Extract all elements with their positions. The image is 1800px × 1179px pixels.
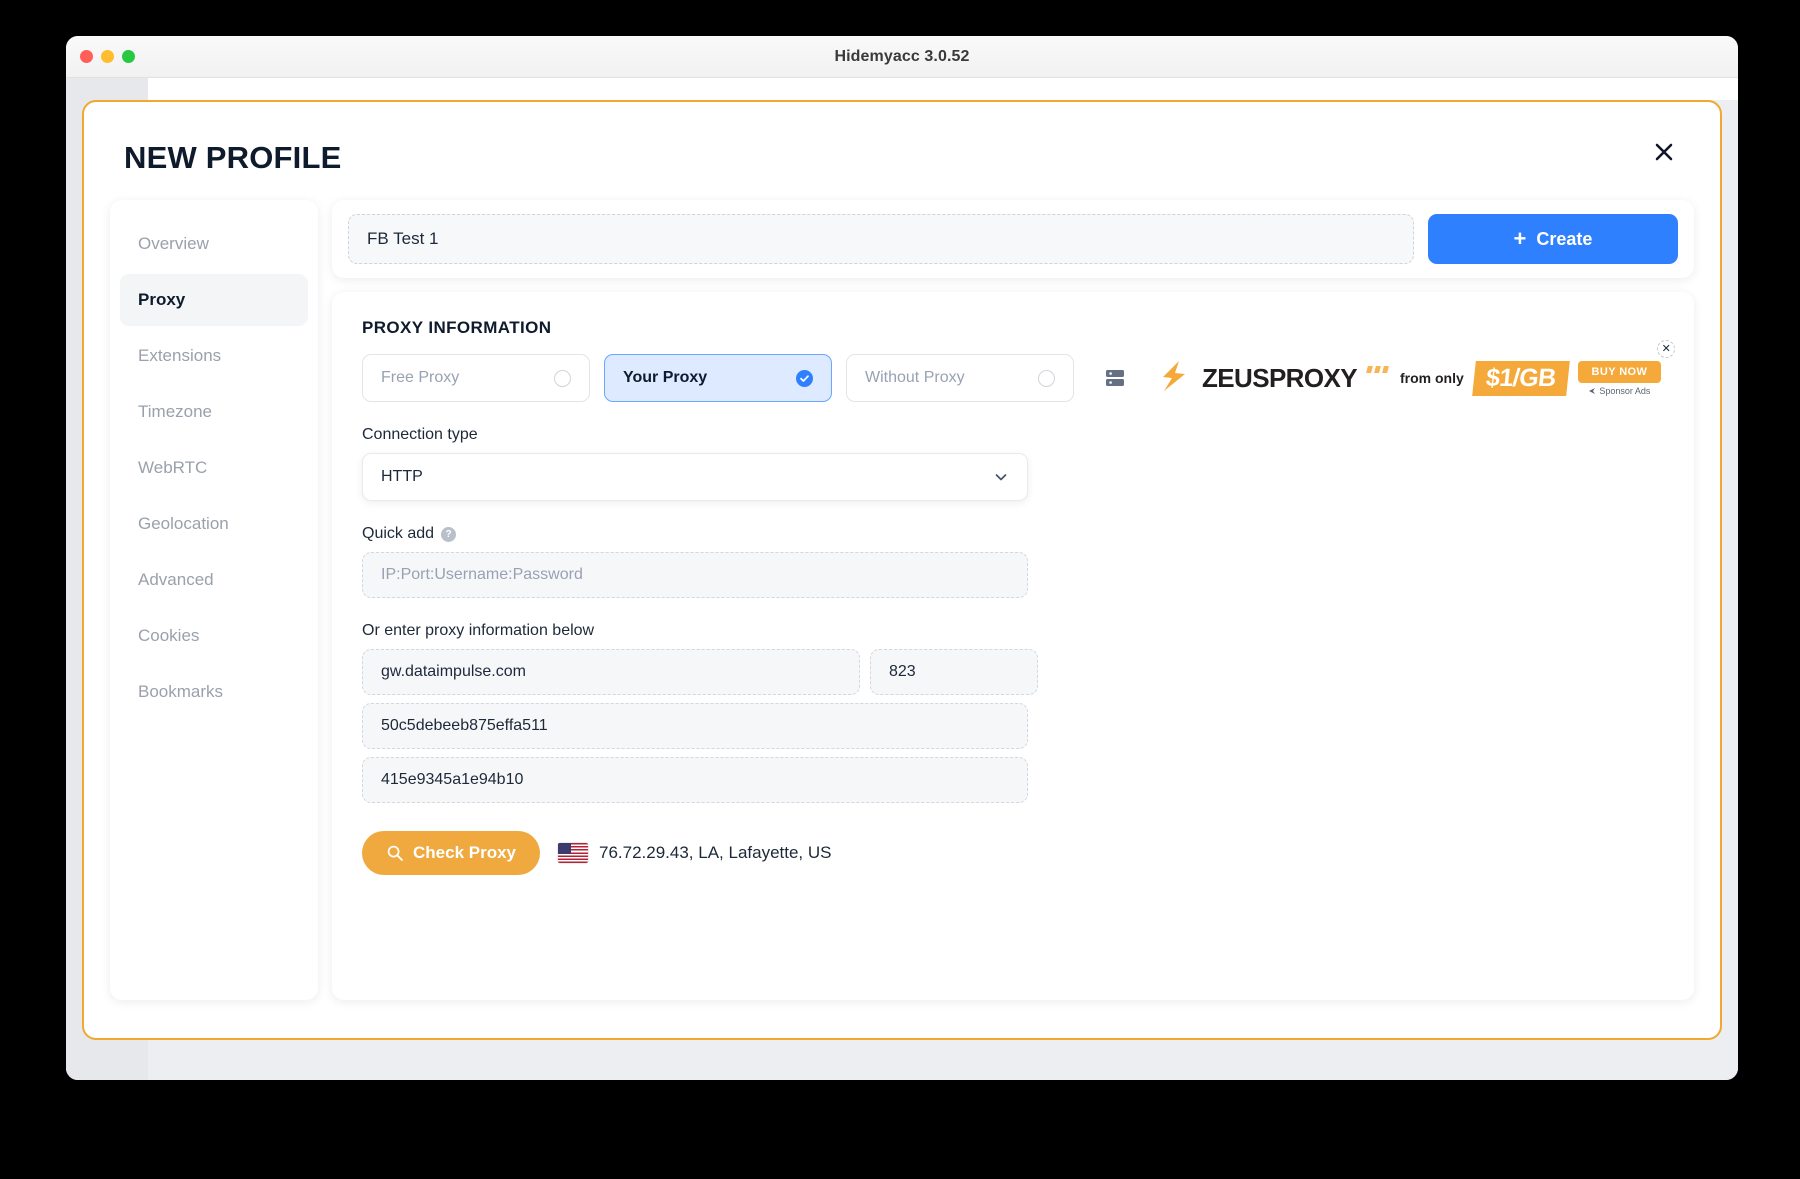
sidebar-item-advanced[interactable]: Advanced — [120, 554, 308, 606]
connection-type-value: HTTP — [381, 468, 423, 485]
check-icon — [800, 374, 809, 382]
connection-type-label: Connection type — [362, 426, 1664, 444]
host-port-row — [362, 649, 1664, 695]
check-proxy-button[interactable]: Check Proxy — [362, 831, 540, 875]
radio-icon — [1038, 369, 1055, 387]
sidebar-item-timezone[interactable]: Timezone — [120, 386, 308, 438]
zeusproxy-logo-icon — [1158, 358, 1192, 398]
sponsor-text: Sponsor Ads — [1599, 385, 1651, 396]
zeus-bolt-icon — [1163, 361, 1185, 391]
app-window: Hidemyacc 3.0.52 NEW PROFILE Overview Pr… — [66, 36, 1738, 1080]
proxy-mode-free-proxy[interactable]: Free Proxy — [362, 354, 590, 402]
profile-name-input[interactable] — [348, 214, 1414, 264]
help-icon-glyph: ? — [445, 528, 452, 540]
modal-body: Overview Proxy Extensions Timezone WebRT — [84, 176, 1720, 1026]
ad-tagline: from only — [1399, 370, 1464, 386]
sponsor-ad[interactable]: ZEUSPROXY from only $1/GB BUY NOW Sponso… — [1158, 340, 1676, 398]
proxy-panel: PROXY INFORMATION Free Proxy Your Proxy — [332, 292, 1694, 1000]
proxy-port-input[interactable] — [870, 649, 1038, 695]
manual-entry-label-text: Or enter proxy information below — [362, 622, 595, 639]
background-toolbar — [148, 78, 1738, 100]
check-proxy-row: Check Proxy 76.72.29.43, LA, Lafayette, … — [362, 831, 1664, 875]
manual-entry-label: Or enter proxy information below — [362, 622, 1664, 640]
create-button-label: Create — [1536, 228, 1593, 249]
proxy-check-result-text: 76.72.29.43, LA, Lafayette, US — [599, 843, 832, 862]
proxy-mode-your-proxy[interactable]: Your Proxy — [604, 354, 832, 402]
buy-now-button[interactable]: BUY NOW — [1577, 360, 1662, 383]
sidebar-item-extensions[interactable]: Extensions — [120, 330, 308, 382]
sidebar-item-label: Cookies — [138, 626, 200, 645]
sidebar-item-label: Overview — [138, 234, 209, 253]
window-title: Hidemyacc 3.0.52 — [834, 47, 970, 65]
ad-brand: ZEUSPROXY — [1202, 362, 1358, 393]
sidebar-item-label: WebRTC — [138, 458, 208, 477]
profile-sections-sidebar: Overview Proxy Extensions Timezone WebRT — [110, 200, 318, 1000]
modal-header: NEW PROFILE — [84, 102, 1720, 176]
radio-checked-icon — [796, 369, 813, 387]
proxy-mode-label: Free Proxy — [381, 369, 460, 386]
proxy-username-input[interactable] — [362, 703, 1028, 749]
search-icon — [387, 845, 403, 861]
proxy-fields — [362, 649, 1664, 803]
proxy-mode-label: Your Proxy — [623, 369, 708, 386]
proxy-mode-without-proxy[interactable]: Without Proxy — [846, 354, 1074, 402]
sidebar-item-label: Geolocation — [138, 514, 229, 533]
app-body: NEW PROFILE Overview Proxy Extensions Ti… — [66, 78, 1738, 1080]
sidebar-item-label: Timezone — [138, 402, 213, 421]
server-icon[interactable] — [1102, 365, 1128, 391]
proxy-check-result: 76.72.29.43, LA, Lafayette, US — [558, 843, 832, 863]
us-flag-icon — [558, 843, 588, 863]
connection-type-label-text: Connection type — [362, 426, 478, 443]
ad-price-badge: $1/GB — [1471, 360, 1570, 396]
sidebar-item-label: Proxy — [138, 290, 186, 309]
sidebar-item-label: Bookmarks — [138, 682, 224, 701]
page-title: NEW PROFILE — [124, 140, 342, 175]
check-proxy-label: Check Proxy — [413, 843, 516, 862]
close-modal-button[interactable] — [1642, 130, 1686, 174]
profile-name-bar: + Create — [332, 200, 1694, 278]
radio-icon — [554, 369, 571, 387]
plus-icon: + — [1513, 226, 1527, 251]
chevron-down-icon — [995, 474, 1007, 481]
buy-now-label: BUY NOW — [1591, 365, 1648, 378]
title-bar: Hidemyacc 3.0.52 — [66, 36, 1738, 78]
close-icon — [1655, 143, 1673, 161]
new-profile-modal: NEW PROFILE Overview Proxy Extensions Ti… — [82, 100, 1722, 1040]
create-profile-button[interactable]: + Create — [1428, 214, 1678, 264]
help-icon[interactable]: ? — [441, 526, 457, 542]
proxy-mode-label: Without Proxy — [865, 369, 965, 386]
sponsor-tag-icon — [1589, 387, 1596, 394]
close-ad-button[interactable]: ✕ — [1657, 340, 1676, 358]
sponsor-label: Sponsor Ads — [1588, 386, 1650, 396]
quick-add-label-text: Quick add — [362, 525, 435, 542]
connection-type-select[interactable]: HTTP — [362, 453, 1028, 501]
sidebar-item-webrtc[interactable]: WebRTC — [120, 442, 308, 494]
sidebar-item-bookmarks[interactable]: Bookmarks — [120, 666, 308, 718]
ad-dots-icon — [1366, 365, 1389, 373]
sidebar-item-cookies[interactable]: Cookies — [120, 610, 308, 662]
sidebar-item-geolocation[interactable]: Geolocation — [120, 498, 308, 550]
sidebar-item-label: Advanced — [138, 570, 214, 589]
close-ad-icon: ✕ — [1661, 342, 1671, 355]
proxy-mode-row: Free Proxy Your Proxy Without Proxy ZEUS… — [362, 340, 1676, 402]
server-glyph — [1106, 370, 1124, 386]
screen: Hidemyacc 3.0.52 NEW PROFILE Overview Pr… — [0, 0, 1800, 1179]
proxy-host-input[interactable] — [362, 649, 860, 695]
ad-cta-wrap: BUY NOW Sponsor Ads — [1577, 360, 1662, 396]
quick-add-input[interactable] — [362, 552, 1028, 598]
sidebar-item-proxy[interactable]: Proxy — [120, 274, 308, 326]
proxy-password-input[interactable] — [362, 757, 1028, 803]
sidebar-item-label: Extensions — [138, 346, 222, 365]
proxy-section-title: PROXY INFORMATION — [362, 318, 552, 337]
quick-add-label: Quick add ? — [362, 525, 1664, 543]
sidebar-item-overview[interactable]: Overview — [120, 218, 308, 270]
content-column: + Create PROXY INFORMATION Free Proxy — [332, 200, 1694, 1000]
